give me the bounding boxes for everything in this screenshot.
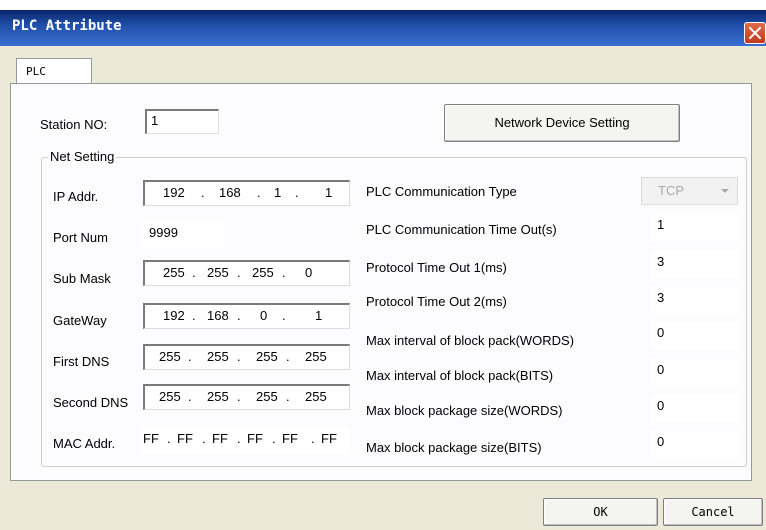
max-int-words-label: Max interval of block pack(WORDS) xyxy=(366,333,575,348)
station-no-input[interactable]: 1 xyxy=(145,109,219,134)
cancel-button[interactable]: Cancel xyxy=(663,498,763,526)
dns2-octet-1: 255 xyxy=(159,389,181,404)
mac-part-2: FF xyxy=(177,431,193,446)
mac-sep-2: . xyxy=(202,431,206,446)
network-device-setting-button[interactable]: Network Device Setting xyxy=(444,104,680,142)
dns1-dot-1: . xyxy=(188,349,192,364)
chevron-down-icon xyxy=(721,189,729,193)
ip-addr-label: IP Addr. xyxy=(53,189,99,204)
max-int-words-input[interactable]: 0 xyxy=(651,322,737,349)
mask-octet-3: 255 xyxy=(252,265,274,280)
dns1-octet-2: 255 xyxy=(207,349,229,364)
ok-button[interactable]: OK xyxy=(543,498,658,526)
dns1-octet-4: 255 xyxy=(305,349,327,364)
first-dns-field[interactable]: 255 . 255 . 255 . 255 xyxy=(143,344,350,370)
mac-addr-label: MAC Addr. xyxy=(53,436,116,451)
dns1-dot-2: . xyxy=(237,349,241,364)
max-int-bits-input[interactable]: 0 xyxy=(651,359,737,386)
dns2-dot-2: . xyxy=(237,389,241,404)
mac-part-5: FF xyxy=(282,431,298,446)
mac-addr-field[interactable]: FF . FF . FF . FF . FF . FF xyxy=(143,428,350,454)
mac-sep-5: . xyxy=(311,431,315,446)
proto1-label: Protocol Time Out 1(ms) xyxy=(366,260,507,275)
mask-dot-1: . xyxy=(192,265,196,280)
dns2-dot-1: . xyxy=(188,389,192,404)
dns2-octet-4: 255 xyxy=(305,389,327,404)
mask-octet-4: 0 xyxy=(305,265,313,280)
comm-type-value: TCP xyxy=(658,183,684,198)
gw-octet-1: 192 xyxy=(163,308,185,323)
second-dns-field[interactable]: 255 . 255 . 255 . 255 xyxy=(143,384,350,410)
window-title: PLC Attribute xyxy=(12,18,122,34)
ip-octet-4: 1 xyxy=(325,185,333,200)
max-size-words-input[interactable]: 0 xyxy=(651,395,737,422)
title-bar[interactable]: PLC Attribute xyxy=(0,10,766,46)
ip-dot-2: . xyxy=(257,185,261,200)
plc-attribute-dialog: PLC Attribute PLC Station NO: 1 Network … xyxy=(0,0,766,530)
net-setting-label: Net Setting xyxy=(48,149,117,164)
comm-type-label: PLC Communication Type xyxy=(366,184,517,199)
mac-part-3: FF xyxy=(212,431,228,446)
close-icon[interactable] xyxy=(744,22,766,44)
mac-part-4: FF xyxy=(247,431,263,446)
mask-dot-3: . xyxy=(282,265,286,280)
gw-dot-2: . xyxy=(237,308,241,323)
dns1-octet-1: 255 xyxy=(159,349,181,364)
gateway-label: GateWay xyxy=(53,313,107,328)
port-num-label: Port Num xyxy=(53,230,108,245)
mac-sep-3: . xyxy=(237,431,241,446)
ip-octet-3: 1 xyxy=(274,185,282,200)
tab-plc-label: PLC xyxy=(26,65,46,78)
ip-dot-1: . xyxy=(201,185,205,200)
dns2-octet-2: 255 xyxy=(207,389,229,404)
second-dns-label: Second DNS xyxy=(53,395,129,410)
dns2-dot-3: . xyxy=(286,389,290,404)
proto1-input[interactable]: 3 xyxy=(651,251,737,278)
sub-mask-field[interactable]: 255 . 255 . 255 . 0 xyxy=(143,260,350,286)
proto2-input[interactable]: 3 xyxy=(651,287,737,314)
station-no-label: Station NO: xyxy=(40,117,108,132)
mask-dot-2: . xyxy=(237,265,241,280)
gw-octet-2: 168 xyxy=(207,308,229,323)
dns2-octet-3: 255 xyxy=(256,389,278,404)
port-num-input[interactable]: 9999 xyxy=(143,222,224,248)
gw-octet-4: 1 xyxy=(315,308,323,323)
comm-type-select[interactable]: TCP xyxy=(641,177,738,205)
mac-sep-1: . xyxy=(167,431,171,446)
gw-octet-3: 0 xyxy=(260,308,268,323)
tab-plc[interactable]: PLC xyxy=(16,58,92,84)
max-size-bits-label: Max block package size(BITS) xyxy=(366,440,542,455)
ip-octet-2: 168 xyxy=(219,185,241,200)
max-int-bits-label: Max interval of block pack(BITS) xyxy=(366,368,554,383)
max-size-words-label: Max block package size(WORDS) xyxy=(366,403,563,418)
proto2-label: Protocol Time Out 2(ms) xyxy=(366,294,507,309)
mac-part-6: FF xyxy=(321,431,337,446)
gw-dot-1: . xyxy=(192,308,196,323)
mask-octet-2: 255 xyxy=(207,265,229,280)
ip-addr-field[interactable]: 192 . 168 . 1 . 1 xyxy=(143,180,350,206)
comm-timeout-input[interactable]: 1 xyxy=(651,214,737,241)
first-dns-label: First DNS xyxy=(53,354,110,369)
ip-octet-1: 192 xyxy=(163,185,185,200)
sub-mask-label: Sub Mask xyxy=(53,271,111,286)
gw-dot-3: . xyxy=(282,308,286,323)
mac-sep-4: . xyxy=(272,431,276,446)
mac-part-1: FF xyxy=(143,431,159,446)
gateway-field[interactable]: 192 . 168 . 0 . 1 xyxy=(143,303,350,329)
mask-octet-1: 255 xyxy=(163,265,185,280)
dns1-octet-3: 255 xyxy=(256,349,278,364)
top-strip xyxy=(0,0,766,10)
max-size-bits-input[interactable]: 0 xyxy=(651,431,737,458)
ip-dot-3: . xyxy=(295,185,299,200)
dns1-dot-3: . xyxy=(286,349,290,364)
comm-timeout-label: PLC Communication Time Out(s) xyxy=(366,222,557,237)
